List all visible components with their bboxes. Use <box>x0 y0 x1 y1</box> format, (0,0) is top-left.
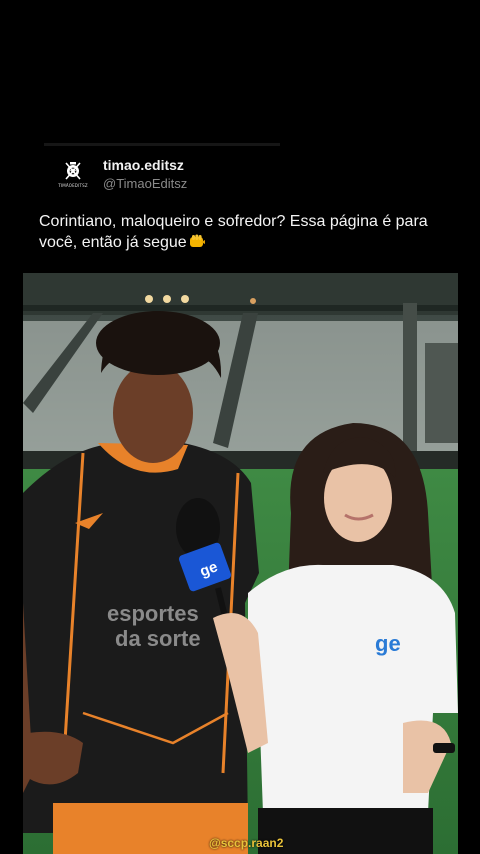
post-header[interactable]: TIMÃOEDITSZ timao.editsz @TimaoEditsz <box>56 156 187 193</box>
caption-text: Corintiano, maloqueiro e sofredor? Essa … <box>39 213 428 251</box>
display-name[interactable]: timao.editsz <box>103 156 187 174</box>
avatar-text: TIMÃOEDITSZ <box>58 182 88 188</box>
video-tap-area[interactable] <box>23 273 458 854</box>
video-player[interactable]: ge esportes da sorte ge @sccp.raan2 <box>23 273 458 854</box>
post-caption: Corintiano, maloqueiro e sofredor? Essa … <box>39 211 449 253</box>
corinthians-crest-icon <box>65 161 81 180</box>
divider <box>44 143 280 146</box>
user-handle[interactable]: @TimaoEditsz <box>103 175 187 193</box>
post-screen: TIMÃOEDITSZ timao.editsz @TimaoEditsz Co… <box>0 0 480 854</box>
avatar[interactable]: TIMÃOEDITSZ <box>56 157 90 192</box>
fist-icon <box>189 234 205 247</box>
